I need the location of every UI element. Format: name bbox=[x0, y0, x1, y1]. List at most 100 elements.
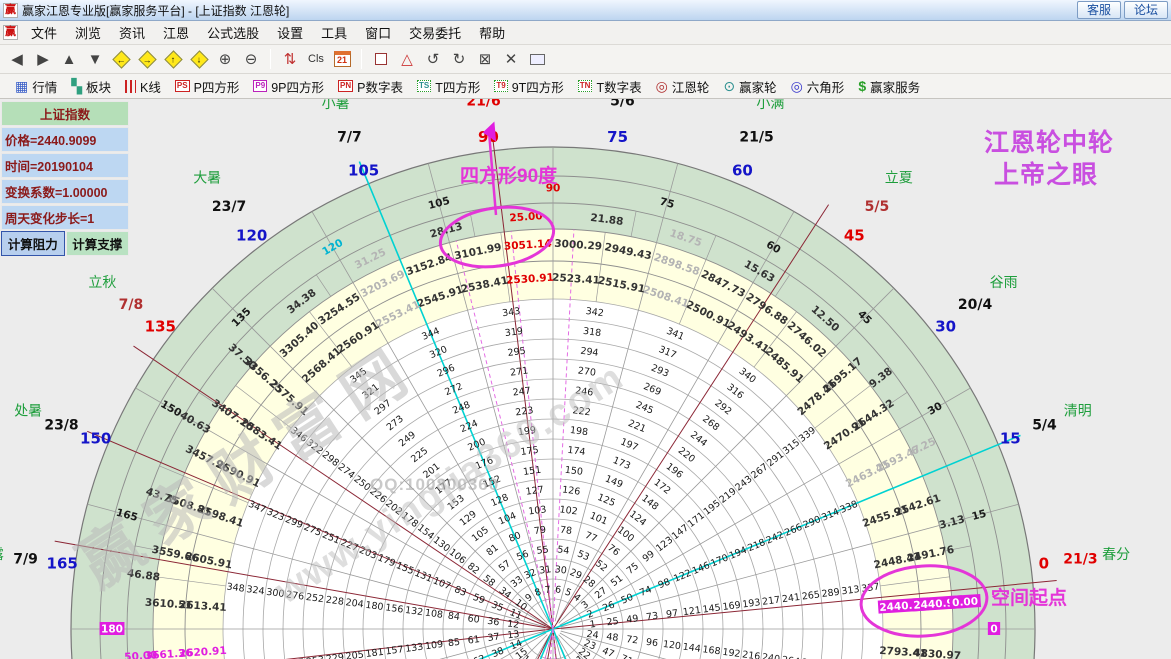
svg-text:96: 96 bbox=[645, 637, 658, 649]
svg-text:7/9: 7/9 bbox=[13, 552, 38, 568]
gann-wheel: 1234567891011121314151617181920212223242… bbox=[0, 99, 1171, 659]
calc-support-button[interactable]: 计算支撑 bbox=[66, 231, 130, 256]
close-box-icon[interactable]: ⊠ bbox=[474, 48, 496, 70]
svg-text:20/4: 20/4 bbox=[958, 297, 993, 313]
sort-updown-icon[interactable]: ⇅ bbox=[279, 48, 301, 70]
t-table-button[interactable]: TNT数字表 bbox=[571, 75, 649, 98]
nav-right-icon[interactable]: ▶ bbox=[32, 48, 54, 70]
svg-text:199: 199 bbox=[517, 425, 536, 438]
svg-text:150: 150 bbox=[80, 430, 111, 448]
svg-text:132: 132 bbox=[404, 605, 423, 618]
nav-up-icon[interactable]: ▲ bbox=[58, 48, 80, 70]
rotate-ccw-icon[interactable]: ↺ bbox=[422, 48, 444, 70]
svg-text:181: 181 bbox=[365, 647, 384, 659]
svg-text:白露: 白露 bbox=[0, 547, 4, 563]
cls-button[interactable]: Cls bbox=[305, 48, 327, 70]
pan-right-icon[interactable]: → bbox=[136, 48, 158, 70]
svg-text:5/4: 5/4 bbox=[1032, 417, 1057, 433]
menu-item-1[interactable]: 浏览 bbox=[66, 23, 110, 44]
svg-text:180: 180 bbox=[101, 623, 123, 635]
gann-wheel-button-label: 江恩轮 bbox=[672, 77, 710, 96]
svg-text:133: 133 bbox=[405, 642, 424, 655]
square-tool-icon[interactable] bbox=[370, 48, 392, 70]
quotes-button[interactable]: ▦行情 bbox=[8, 75, 64, 98]
rotate-cw-icon[interactable]: ↻ bbox=[448, 48, 470, 70]
ps-badge: PS bbox=[175, 80, 190, 92]
pan-left-icon[interactable]: ← bbox=[110, 48, 132, 70]
svg-text:271: 271 bbox=[510, 365, 529, 378]
svg-text:151: 151 bbox=[523, 465, 542, 478]
9t-square-button-label: 9T四方形 bbox=[512, 77, 564, 96]
nav-left-icon[interactable]: ◀ bbox=[6, 48, 28, 70]
t-square-button[interactable]: TST四方形 bbox=[410, 75, 487, 98]
menu-item-0[interactable]: 文件 bbox=[22, 23, 66, 44]
menu-item-2[interactable]: 资讯 bbox=[110, 23, 154, 44]
svg-text:21/6: 21/6 bbox=[466, 99, 500, 110]
menu-item-5[interactable]: 设置 bbox=[268, 23, 312, 44]
calendar-icon[interactable]: 21 bbox=[331, 48, 353, 70]
menu-item-6[interactable]: 工具 bbox=[312, 23, 356, 44]
panel-row-0: 价格=2440.9099 bbox=[1, 127, 129, 152]
service-button[interactable]: $赢家服务 bbox=[851, 75, 927, 98]
svg-text:169: 169 bbox=[722, 600, 741, 613]
svg-text:276: 276 bbox=[285, 589, 304, 602]
zoom-in-icon[interactable]: ⊕ bbox=[214, 48, 236, 70]
pan-down-icon[interactable]: ↓ bbox=[188, 48, 210, 70]
calc-resistance-button[interactable]: 计算阻力 bbox=[1, 231, 65, 256]
svg-text:36: 36 bbox=[487, 616, 500, 628]
winner-wheel-button-label: 赢家轮 bbox=[739, 77, 777, 96]
9t-square-button[interactable]: T9 9T四方形 bbox=[487, 75, 570, 98]
svg-text:127: 127 bbox=[525, 484, 544, 497]
svg-text:84: 84 bbox=[447, 611, 460, 623]
svg-text:270: 270 bbox=[577, 365, 596, 378]
p9-badge: P9 bbox=[253, 80, 267, 92]
menu-item-3[interactable]: 江恩 bbox=[154, 23, 198, 44]
svg-text:144: 144 bbox=[682, 642, 701, 655]
svg-text:97: 97 bbox=[665, 608, 678, 620]
winner-wheel-button[interactable]: ⊙赢家轮 bbox=[716, 75, 783, 98]
nav-down-icon[interactable]: ▼ bbox=[84, 48, 106, 70]
svg-text:小暑: 小暑 bbox=[322, 99, 350, 112]
svg-text:23/8: 23/8 bbox=[44, 417, 78, 433]
service-button-label: 赢家服务 bbox=[870, 77, 920, 96]
panel-row-1: 时间=20190104 bbox=[1, 153, 129, 178]
candles-icon bbox=[125, 80, 136, 93]
t-table-button-label: T数字表 bbox=[596, 77, 641, 96]
sectors-button[interactable]: ▚板块 bbox=[64, 75, 118, 98]
p-table-button[interactable]: PNP数字表 bbox=[331, 75, 410, 98]
kline-button[interactable]: K线 bbox=[118, 75, 168, 98]
triangle-tool-icon[interactable]: △ bbox=[396, 48, 418, 70]
module-toolbar: ▦行情▚板块K线PSP四方形P99P四方形PNP数字表TST四方形 T9 9T四方形… bbox=[0, 74, 1171, 99]
menu-item-4[interactable]: 公式选股 bbox=[198, 23, 268, 44]
menu-item-8[interactable]: 交易委托 bbox=[400, 23, 470, 44]
p-square-button[interactable]: PSP四方形 bbox=[168, 75, 247, 98]
svg-text:0: 0 bbox=[1039, 554, 1049, 572]
panel-row-2: 变换系数=1.00000 bbox=[1, 179, 129, 204]
svg-text:168: 168 bbox=[702, 644, 721, 657]
svg-text:春分: 春分 bbox=[1102, 547, 1130, 563]
svg-text:204: 204 bbox=[345, 597, 364, 610]
svg-text:126: 126 bbox=[561, 484, 580, 497]
panel-row-3: 周天变化步长=1 bbox=[1, 205, 129, 230]
fit-screen-icon[interactable]: ✕ bbox=[500, 48, 522, 70]
svg-text:246: 246 bbox=[574, 385, 593, 398]
svg-text:295: 295 bbox=[507, 346, 526, 359]
menu-item-9[interactable]: 帮助 bbox=[470, 23, 514, 44]
menu-item-7[interactable]: 窗口 bbox=[356, 23, 400, 44]
svg-text:240: 240 bbox=[761, 652, 780, 659]
pan-up-icon[interactable]: ↑ bbox=[162, 48, 184, 70]
forum-button[interactable]: 论坛 bbox=[1124, 1, 1168, 19]
9p-square-button[interactable]: P99P四方形 bbox=[246, 75, 331, 98]
presentation-icon[interactable] bbox=[526, 48, 548, 70]
t-square-button-label: T四方形 bbox=[435, 77, 480, 96]
zoom-out-icon[interactable]: ⊖ bbox=[240, 48, 262, 70]
svg-text:30: 30 bbox=[554, 564, 567, 576]
t9-badge: T9 bbox=[494, 80, 507, 92]
support-button[interactable]: 客服 bbox=[1077, 1, 1121, 19]
svg-text:289: 289 bbox=[821, 587, 840, 600]
window-title: 赢家江恩专业版[赢家服务平台] - [上证指数 江恩轮] bbox=[22, 2, 1074, 19]
gann-wheel-button[interactable]: ◎江恩轮 bbox=[649, 75, 717, 98]
svg-text:120: 120 bbox=[236, 226, 267, 244]
svg-text:72: 72 bbox=[625, 634, 638, 646]
hexagon-button[interactable]: ◎六角形 bbox=[784, 75, 852, 98]
